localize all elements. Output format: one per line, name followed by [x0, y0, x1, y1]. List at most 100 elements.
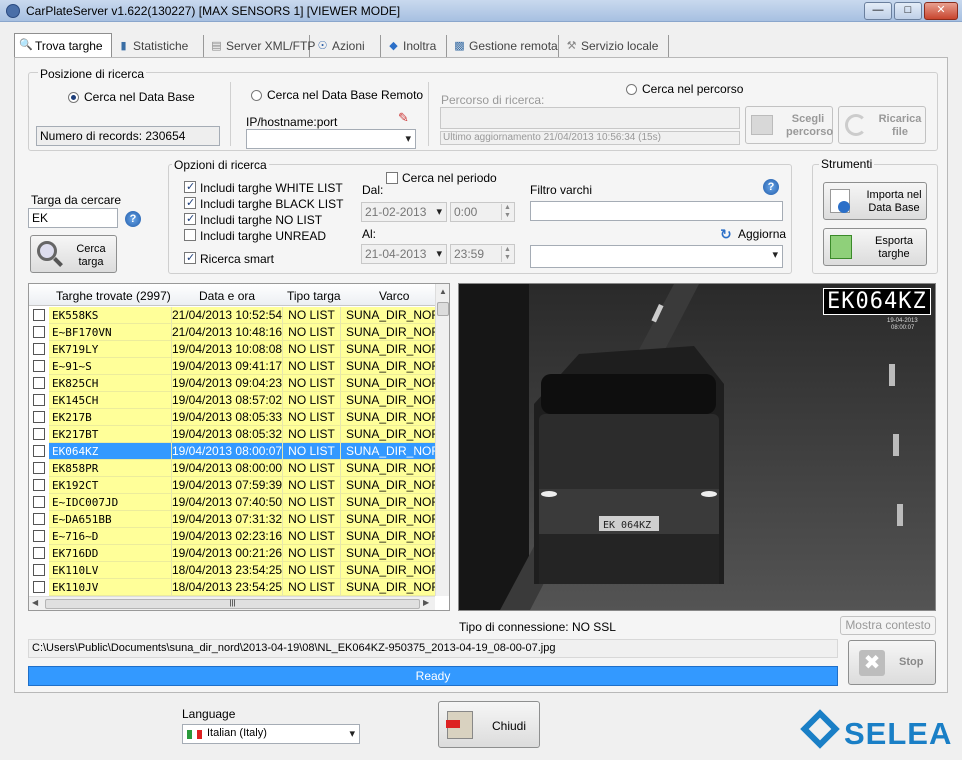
row-checkbox[interactable]	[33, 445, 45, 457]
gates-filter-input[interactable]	[530, 201, 783, 221]
language-select[interactable]: Italian (Italy)	[182, 724, 360, 744]
tab-azioni[interactable]: ☉ Azioni	[312, 35, 381, 57]
unread-checkbox[interactable]	[184, 229, 196, 241]
show-context-button[interactable]: Mostra contesto	[840, 616, 936, 635]
plate-cell: EK064KZ	[49, 443, 172, 460]
tab-statistiche[interactable]: ▮ Statistiche	[113, 35, 204, 57]
row-checkbox[interactable]	[33, 377, 45, 389]
gate-select[interactable]	[530, 245, 783, 268]
row-checkbox[interactable]	[33, 411, 45, 423]
magnifier-handle	[53, 257, 63, 267]
white-list-checkbox[interactable]	[184, 180, 196, 193]
spinner-arrows-icon[interactable]: ▲ ▼	[501, 246, 513, 262]
row-checkbox[interactable]	[33, 462, 45, 474]
column-header-type[interactable]: Tipo targa	[287, 289, 341, 303]
tab-inoltra[interactable]: ◆ Inoltra	[383, 35, 447, 57]
table-row[interactable]: E~DA651BB 19/04/2013 07:31:32 NO LIST SUNA_…	[29, 511, 435, 528]
row-checkbox[interactable]	[33, 343, 45, 355]
plate-search-input[interactable]: EK	[28, 208, 118, 228]
column-header-plates[interactable]: Targhe trovate (2997)	[56, 289, 171, 303]
scroll-thumb[interactable]: |||	[45, 599, 420, 609]
choose-path-button[interactable]: Scegli percorso	[745, 106, 833, 144]
host-select[interactable]	[246, 129, 416, 149]
scroll-right-icon[interactable]: ▶	[423, 598, 429, 607]
import-db-button[interactable]: Importa nel Data Base	[823, 182, 927, 220]
table-row[interactable]: E~BF170VN 21/04/2013 10:48:16 NO LIST SUNA_…	[29, 324, 435, 341]
horizontal-scrollbar[interactable]: ◀ ||| ▶	[29, 596, 435, 610]
table-row[interactable]: EK192CT 19/04/2013 07:59:39 NO LIST SUNA_DI…	[29, 477, 435, 494]
row-checkbox[interactable]	[33, 309, 45, 321]
from-date-picker[interactable]: 21-02-2013	[361, 202, 447, 222]
smart-search-checkbox[interactable]	[184, 251, 196, 264]
table-row[interactable]: EK145CH 19/04/2013 08:57:02 NO LIST SUNA_DI…	[29, 392, 435, 409]
refresh-icon[interactable]: ↻	[720, 226, 732, 243]
table-row[interactable]: E~716~D 19/04/2013 02:23:16 NO LIST SUNA_DI…	[29, 528, 435, 545]
tab-servizio-locale[interactable]: ⚒ Servizio locale	[561, 35, 669, 57]
to-date-picker[interactable]: 21-04-2013	[361, 244, 447, 264]
stop-button[interactable]: ✖ Stop	[848, 640, 936, 685]
table-row[interactable]: EK110LV 18/04/2013 23:54:25 NO LIST SUNA_DI…	[29, 562, 435, 579]
table-row[interactable]: EK858PR 19/04/2013 08:00:00 NO LIST SUNA_DI…	[29, 460, 435, 477]
vertical-scrollbar[interactable]: ▲	[435, 284, 449, 596]
row-checkbox[interactable]	[33, 581, 45, 593]
help-icon[interactable]: ?	[763, 179, 779, 195]
close-app-button[interactable]: Chiudi	[438, 701, 540, 748]
scroll-thumb[interactable]	[437, 302, 449, 316]
row-checkbox[interactable]	[33, 496, 45, 508]
gate-cell: SUNA_DIR_NOR	[341, 579, 435, 596]
table-row[interactable]: E~91~S 19/04/2013 09:41:17 NO LIST SUNA_DIR…	[29, 358, 435, 375]
local-db-radio[interactable]	[68, 92, 79, 103]
maximize-button[interactable]: □	[894, 2, 922, 20]
table-row[interactable]: EK217B 19/04/2013 08:05:33 NO LIST SUNA_DIR…	[29, 409, 435, 426]
gate-cell: SUNA_DIR_NOR	[341, 460, 435, 477]
plate-cell: EK858PR	[49, 460, 172, 477]
help-icon[interactable]: ?	[125, 211, 141, 227]
export-plates-button[interactable]: Esporta targhe	[823, 228, 927, 266]
table-row[interactable]: EK719LY 19/04/2013 10:08:08 NO LIST SUNA_DI…	[29, 341, 435, 358]
row-checkbox[interactable]	[33, 513, 45, 525]
no-list-checkbox[interactable]	[184, 212, 196, 225]
period-checkbox[interactable]	[386, 172, 398, 184]
remote-db-radio[interactable]	[251, 90, 262, 101]
row-checkbox[interactable]	[33, 530, 45, 542]
minimize-button[interactable]: —	[864, 2, 892, 20]
search-plate-button[interactable]: Cerca targa	[30, 235, 117, 273]
window-title: CarPlateServer v1.622(130227) [MAX SENSO…	[26, 4, 401, 18]
table-row[interactable]: EK217BT 19/04/2013 08:05:32 NO LIST SUNA_DI…	[29, 426, 435, 443]
table-row[interactable]: E~IDC007JD 19/04/2013 07:40:50 NO LIST SUNA…	[29, 494, 435, 511]
row-checkbox[interactable]	[33, 326, 45, 338]
row-checkbox[interactable]	[33, 564, 45, 576]
plate-cell: EK110JV	[49, 579, 172, 596]
row-checkbox[interactable]	[33, 428, 45, 440]
row-checkbox[interactable]	[33, 394, 45, 406]
eraser-icon[interactable]: ✎	[398, 110, 409, 126]
spinner-arrows-icon[interactable]: ▲ ▼	[501, 204, 513, 220]
tab-server-xml-ftp[interactable]: ▤ Server XML/FTP	[206, 35, 315, 57]
table-row[interactable]: EK110JV 18/04/2013 23:54:25 NO LIST SUNA_DI…	[29, 579, 435, 596]
reload-file-button[interactable]: Ricarica file	[838, 106, 926, 144]
tab-gestione-remota[interactable]: ▩ Gestione remota	[449, 35, 559, 57]
to-time-spinner[interactable]: 23:59 ▲ ▼	[450, 244, 515, 264]
tab-trova-targhe[interactable]: 🔍 Trova targhe	[14, 33, 112, 58]
scroll-up-icon[interactable]: ▲	[439, 287, 447, 296]
refresh-label[interactable]: Aggiorna	[738, 227, 786, 241]
results-grid[interactable]: Targhe trovate (2997) Data e ora Tipo ta…	[28, 283, 450, 611]
black-list-checkbox[interactable]	[184, 196, 196, 209]
column-header-datetime[interactable]: Data e ora	[199, 289, 255, 303]
folder-icon	[751, 115, 773, 135]
close-window-button[interactable]: ✕	[924, 2, 958, 20]
from-time-spinner[interactable]: 0:00 ▲ ▼	[450, 202, 515, 222]
column-header-gate[interactable]: Varco	[379, 289, 409, 303]
vehicle-plate: EK 064KZ	[603, 520, 651, 531]
table-row[interactable]: EK825CH 19/04/2013 09:04:23 NO LIST SUNA_DI…	[29, 375, 435, 392]
path-radio[interactable]	[626, 84, 637, 95]
path-input[interactable]	[440, 107, 740, 129]
scroll-left-icon[interactable]: ◀	[32, 598, 38, 607]
table-row[interactable]: EK064KZ 19/04/2013 08:00:07 NO LIST SUNA_DI…	[29, 443, 435, 460]
row-select-cell	[29, 545, 49, 562]
row-checkbox[interactable]	[33, 479, 45, 491]
row-checkbox[interactable]	[33, 360, 45, 372]
row-checkbox[interactable]	[33, 547, 45, 559]
table-row[interactable]: EK558KS 21/04/2013 10:52:54 NO LIST SUNA_DI…	[29, 307, 435, 324]
table-row[interactable]: EK716DD 19/04/2013 00:21:26 NO LIST SUNA_DI…	[29, 545, 435, 562]
